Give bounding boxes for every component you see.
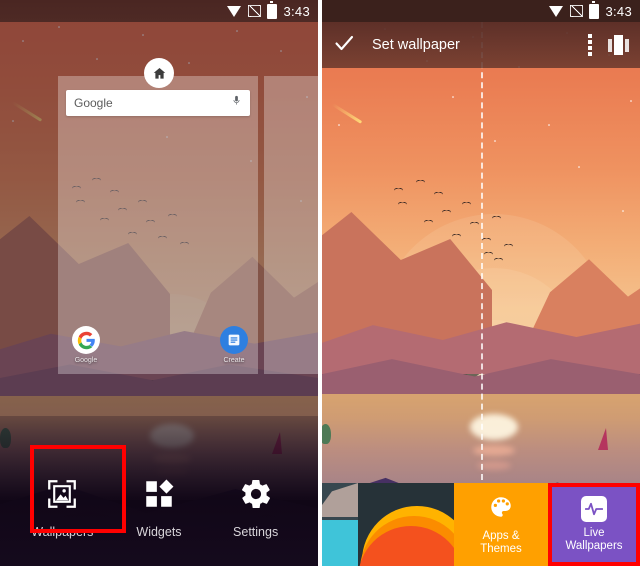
battery-icon (267, 0, 278, 19)
wifi-icon (227, 5, 242, 17)
home-button[interactable] (144, 58, 174, 88)
action-label: Wallpapers (31, 525, 94, 539)
status-time: 3:43 (283, 3, 310, 19)
tile-label-line2: Wallpapers (565, 540, 623, 552)
wallpaper-image-icon (45, 477, 79, 516)
action-widgets[interactable]: Widgets (122, 473, 196, 539)
action-label: Widgets (136, 525, 182, 539)
wallpaper-thumb-2[interactable] (358, 483, 454, 566)
right-phone-screen: Set wallpaper Apps & Themes Live Wallpap… (322, 0, 640, 566)
left-status-bar: 3:43 (0, 0, 318, 22)
widgets-icon (142, 477, 176, 516)
action-wallpapers[interactable]: Wallpapers (25, 473, 99, 539)
search-input-text: Google (74, 96, 113, 110)
live-pulse-icon (581, 496, 607, 522)
app-icon-google[interactable]: Google (66, 326, 106, 364)
right-status-bar: 3:43 (322, 0, 640, 22)
homescreen-action-bar: Wallpapers Widgets Settings (0, 446, 318, 566)
crop-guide-line (481, 22, 483, 490)
tile-label-line1: Live (583, 527, 605, 539)
app-icon-create[interactable]: Create (214, 326, 254, 364)
overflow-menu-icon[interactable] (588, 34, 592, 56)
signal-off-icon (570, 5, 584, 17)
battery-icon (589, 0, 600, 19)
app-label: Create (223, 357, 245, 364)
action-label: Settings (233, 525, 279, 539)
left-phone-screen: Google Google Create Wallpapers Widgets … (0, 0, 318, 566)
palette-icon (488, 494, 514, 525)
sailboat (598, 428, 608, 450)
wallpaper-carousel[interactable]: Apps & Themes Live Wallpapers (322, 483, 640, 566)
preview-cards-icon[interactable] (608, 35, 630, 55)
checkmark-icon[interactable] (332, 31, 356, 60)
set-wallpaper-header: Set wallpaper (322, 22, 640, 68)
status-time: 3:43 (605, 3, 632, 19)
header-title: Set wallpaper (372, 37, 460, 53)
screenshot-root: Google Google Create Wallpapers Widgets … (0, 0, 640, 566)
tile-label-line2: Themes (480, 542, 522, 555)
action-settings[interactable]: Settings (219, 473, 293, 539)
live-wallpapers-tile[interactable]: Live Wallpapers (548, 483, 640, 566)
apps-and-themes-tile[interactable]: Apps & Themes (454, 483, 548, 566)
signal-off-icon (248, 5, 262, 17)
settings-gear-icon (239, 477, 273, 516)
app-label: Google (74, 357, 98, 364)
google-search-widget[interactable]: Google (66, 90, 250, 116)
homescreen-page-next[interactable] (264, 76, 318, 374)
microphone-icon[interactable] (231, 93, 242, 113)
tile-label-line1: Apps & (482, 529, 520, 542)
wifi-icon (549, 5, 564, 17)
wallpaper-thumb-1[interactable] (322, 483, 358, 566)
